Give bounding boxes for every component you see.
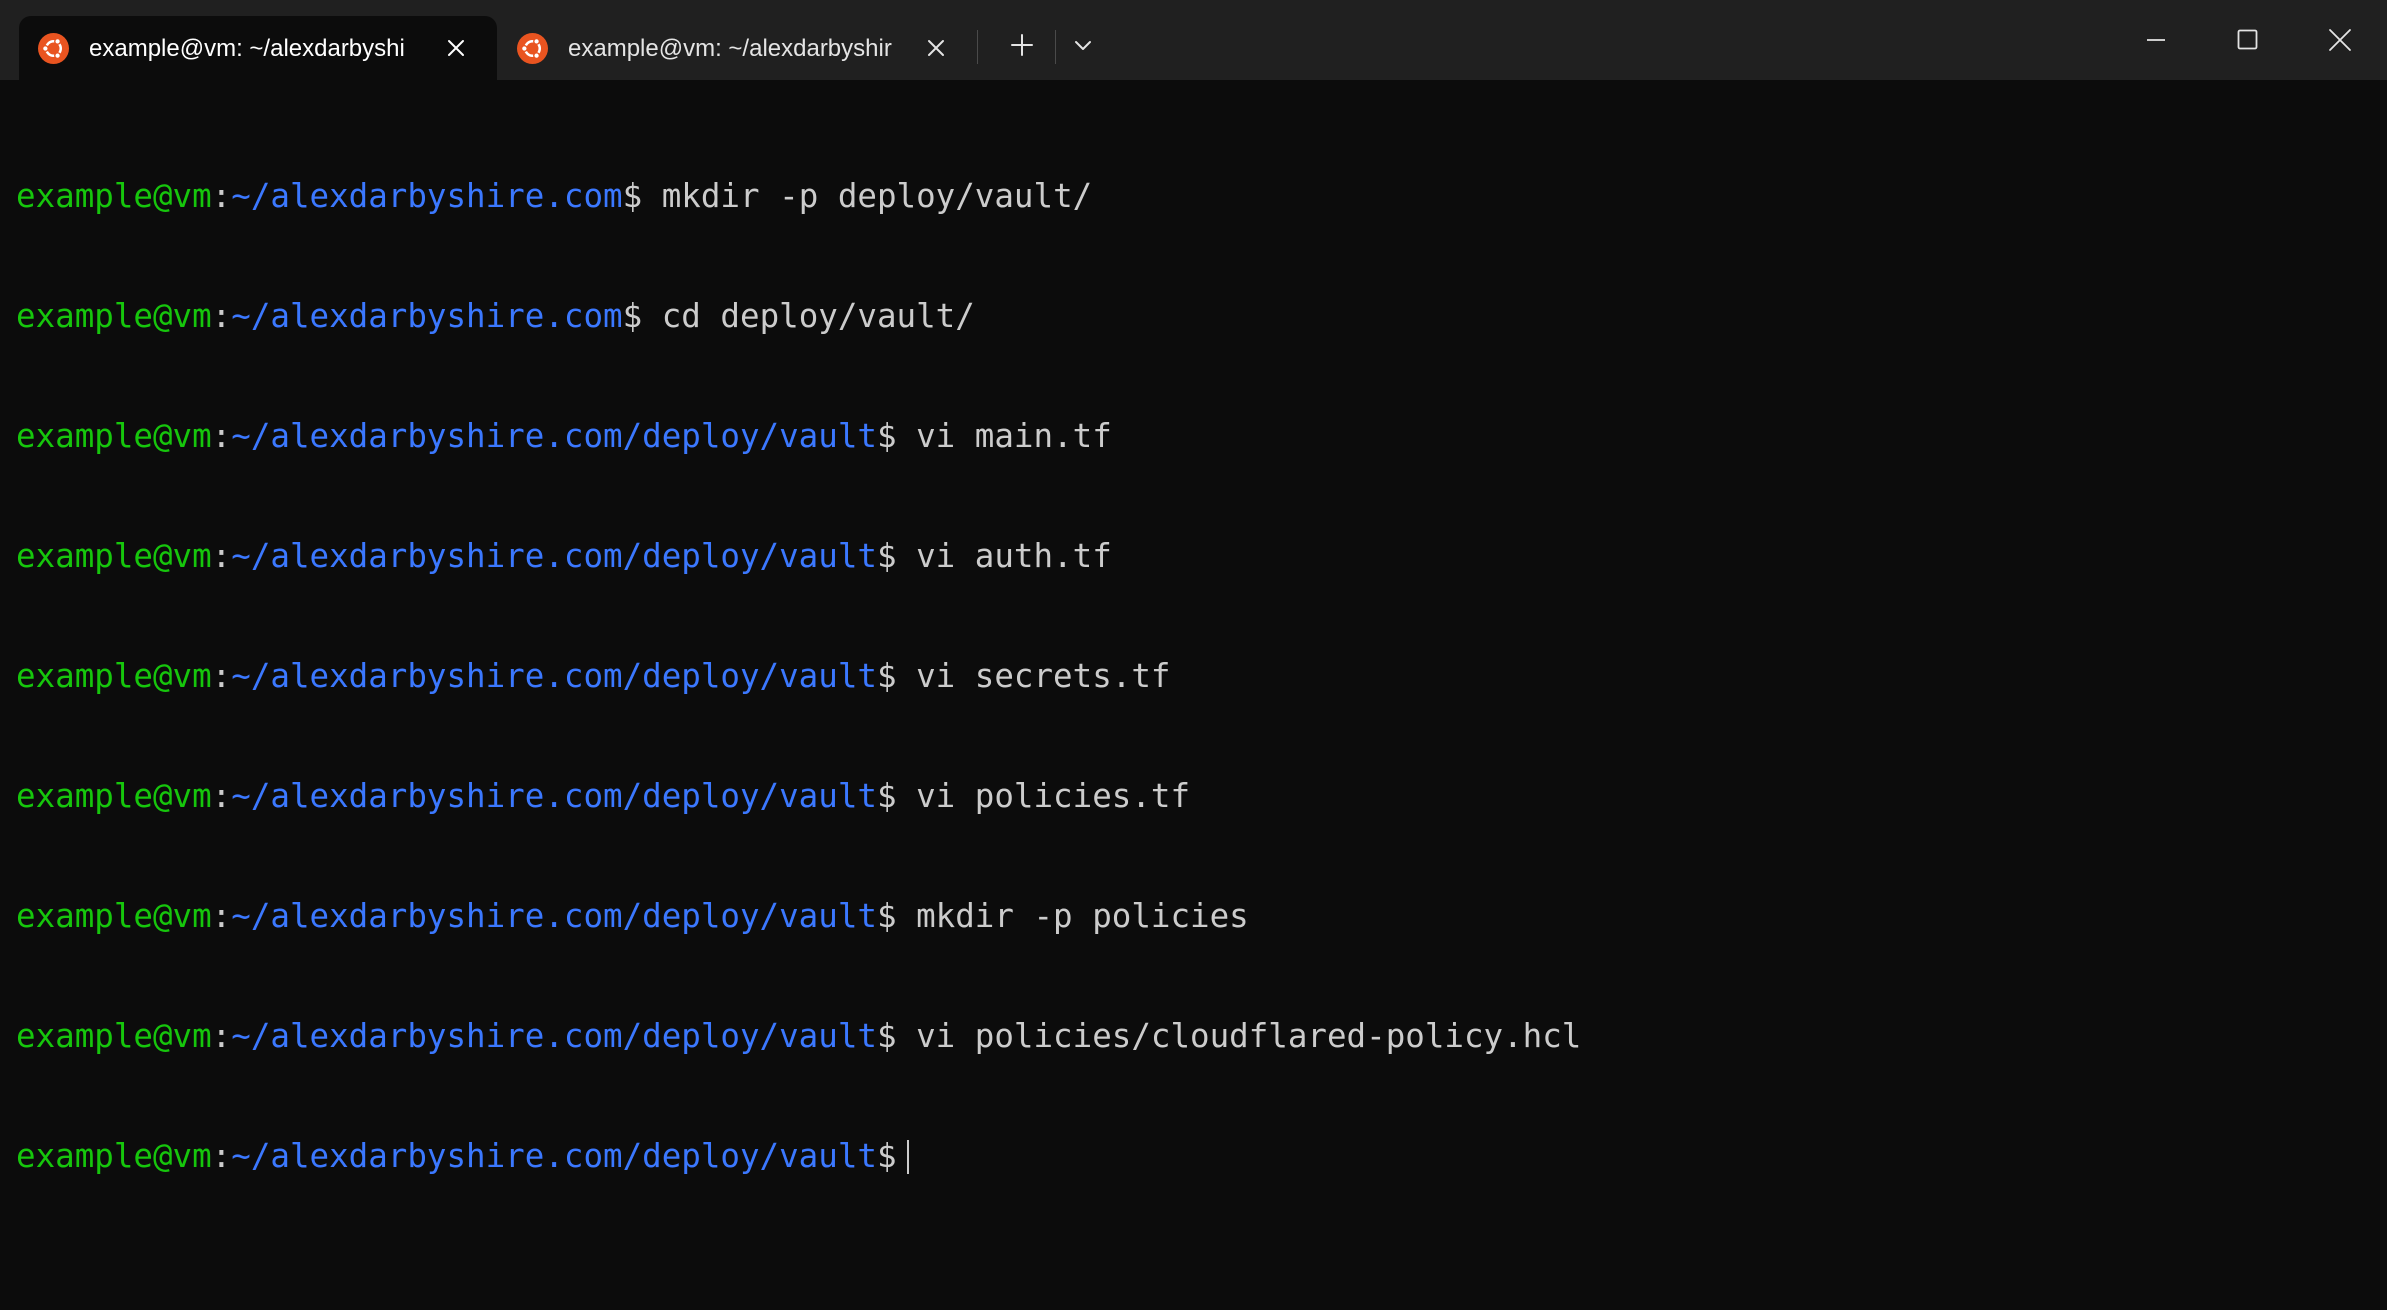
- chevron-down-icon[interactable]: [1066, 28, 1100, 62]
- tab-1[interactable]: example@vm: ~/alexdarbyshi: [19, 16, 497, 80]
- prompt-symbol: $: [622, 297, 662, 335]
- close-icon[interactable]: [443, 35, 469, 61]
- prompt-user: example@vm: [16, 897, 212, 935]
- terminal-line: example@vm:~/alexdarbyshire.com$ cd depl…: [16, 296, 1581, 336]
- prompt-separator: :: [211, 537, 232, 575]
- prompt-path: ~/alexdarbyshire.com/deploy/vault: [231, 897, 877, 935]
- command-text: vi policies/cloudflared-policy.hcl: [916, 1017, 1582, 1055]
- prompt-symbol: $: [876, 777, 917, 815]
- prompt-separator: :: [211, 897, 232, 935]
- prompt-path: ~/alexdarbyshire.com/deploy/vault: [231, 777, 877, 815]
- tab-divider: [977, 30, 978, 64]
- prompt-symbol: $: [622, 177, 662, 215]
- command-text: cd deploy/vault/: [661, 297, 975, 335]
- prompt-separator: :: [211, 177, 232, 215]
- tab-title: example@vm: ~/alexdarbyshi: [89, 35, 405, 62]
- terminal-line: example@vm:~/alexdarbyshire.com/deploy/v…: [16, 1016, 1581, 1056]
- command-text: mkdir -p policies: [916, 897, 1249, 935]
- terminal-output[interactable]: example@vm:~/alexdarbyshire.com$ mkdir -…: [0, 80, 2387, 1310]
- prompt-separator: :: [211, 1137, 232, 1175]
- prompt-symbol: $: [876, 537, 917, 575]
- close-icon[interactable]: [923, 35, 949, 61]
- ubuntu-icon: [517, 33, 548, 64]
- prompt-user: example@vm: [16, 417, 212, 455]
- prompt-user: example@vm: [16, 537, 212, 575]
- command-text: vi auth.tf: [916, 537, 1112, 575]
- prompt-symbol: $: [876, 1137, 897, 1175]
- prompt-path: ~/alexdarbyshire.com/deploy/vault: [231, 537, 877, 575]
- ubuntu-icon: [38, 33, 69, 64]
- prompt-user: example@vm: [16, 297, 212, 335]
- tab-2[interactable]: example@vm: ~/alexdarbyshir: [497, 16, 969, 80]
- terminal-line: example@vm:~/alexdarbyshire.com/deploy/v…: [16, 776, 1581, 816]
- terminal-line: example@vm:~/alexdarbyshire.com/deploy/v…: [16, 896, 1581, 936]
- prompt-user: example@vm: [16, 777, 212, 815]
- text-cursor: [906, 1140, 909, 1174]
- prompt-path: ~/alexdarbyshire.com/deploy/vault: [231, 417, 877, 455]
- terminal-line: example@vm:~/alexdarbyshire.com$ mkdir -…: [16, 176, 1581, 216]
- minimize-icon[interactable]: [2126, 14, 2186, 66]
- tab-title: example@vm: ~/alexdarbyshir: [568, 35, 892, 62]
- prompt-path: ~/alexdarbyshire.com/deploy/vault: [231, 1017, 877, 1055]
- prompt-separator: :: [211, 657, 232, 695]
- terminal-line-current: example@vm:~/alexdarbyshire.com/deploy/v…: [16, 1136, 1581, 1176]
- prompt-separator: :: [211, 417, 232, 455]
- prompt-symbol: $: [876, 897, 917, 935]
- prompt-path: ~/alexdarbyshire.com: [231, 177, 623, 215]
- prompt-separator: :: [211, 297, 232, 335]
- terminal-window: example@vm: ~/alexdarbyshi example@vm: ~…: [0, 0, 2387, 1310]
- prompt-path: ~/alexdarbyshire.com: [231, 297, 623, 335]
- command-text: mkdir -p deploy/vault/: [661, 177, 1093, 215]
- command-text: vi secrets.tf: [916, 657, 1171, 695]
- terminal-line: example@vm:~/alexdarbyshire.com/deploy/v…: [16, 416, 1581, 456]
- prompt-user: example@vm: [16, 177, 212, 215]
- plus-icon[interactable]: [1005, 28, 1039, 62]
- maximize-icon[interactable]: [2218, 14, 2278, 66]
- prompt-separator: :: [211, 777, 232, 815]
- prompt-symbol: $: [876, 657, 917, 695]
- prompt-symbol: $: [876, 417, 917, 455]
- prompt-user: example@vm: [16, 1017, 212, 1055]
- terminal-line: example@vm:~/alexdarbyshire.com/deploy/v…: [16, 536, 1581, 576]
- prompt-path: ~/alexdarbyshire.com/deploy/vault: [231, 657, 877, 695]
- dropdown-divider: [1055, 30, 1056, 64]
- title-bar[interactable]: example@vm: ~/alexdarbyshi example@vm: ~…: [0, 0, 2387, 80]
- prompt-path: ~/alexdarbyshire.com/deploy/vault: [231, 1137, 877, 1175]
- command-text: vi policies.tf: [916, 777, 1191, 815]
- prompt-user: example@vm: [16, 1137, 212, 1175]
- close-icon[interactable]: [2310, 14, 2370, 66]
- command-text: vi main.tf: [916, 417, 1112, 455]
- prompt-symbol: $: [876, 1017, 917, 1055]
- terminal-line: example@vm:~/alexdarbyshire.com/deploy/v…: [16, 656, 1581, 696]
- terminal-lines: example@vm:~/alexdarbyshire.com$ mkdir -…: [16, 96, 1581, 1256]
- prompt-separator: :: [211, 1017, 232, 1055]
- prompt-user: example@vm: [16, 657, 212, 695]
